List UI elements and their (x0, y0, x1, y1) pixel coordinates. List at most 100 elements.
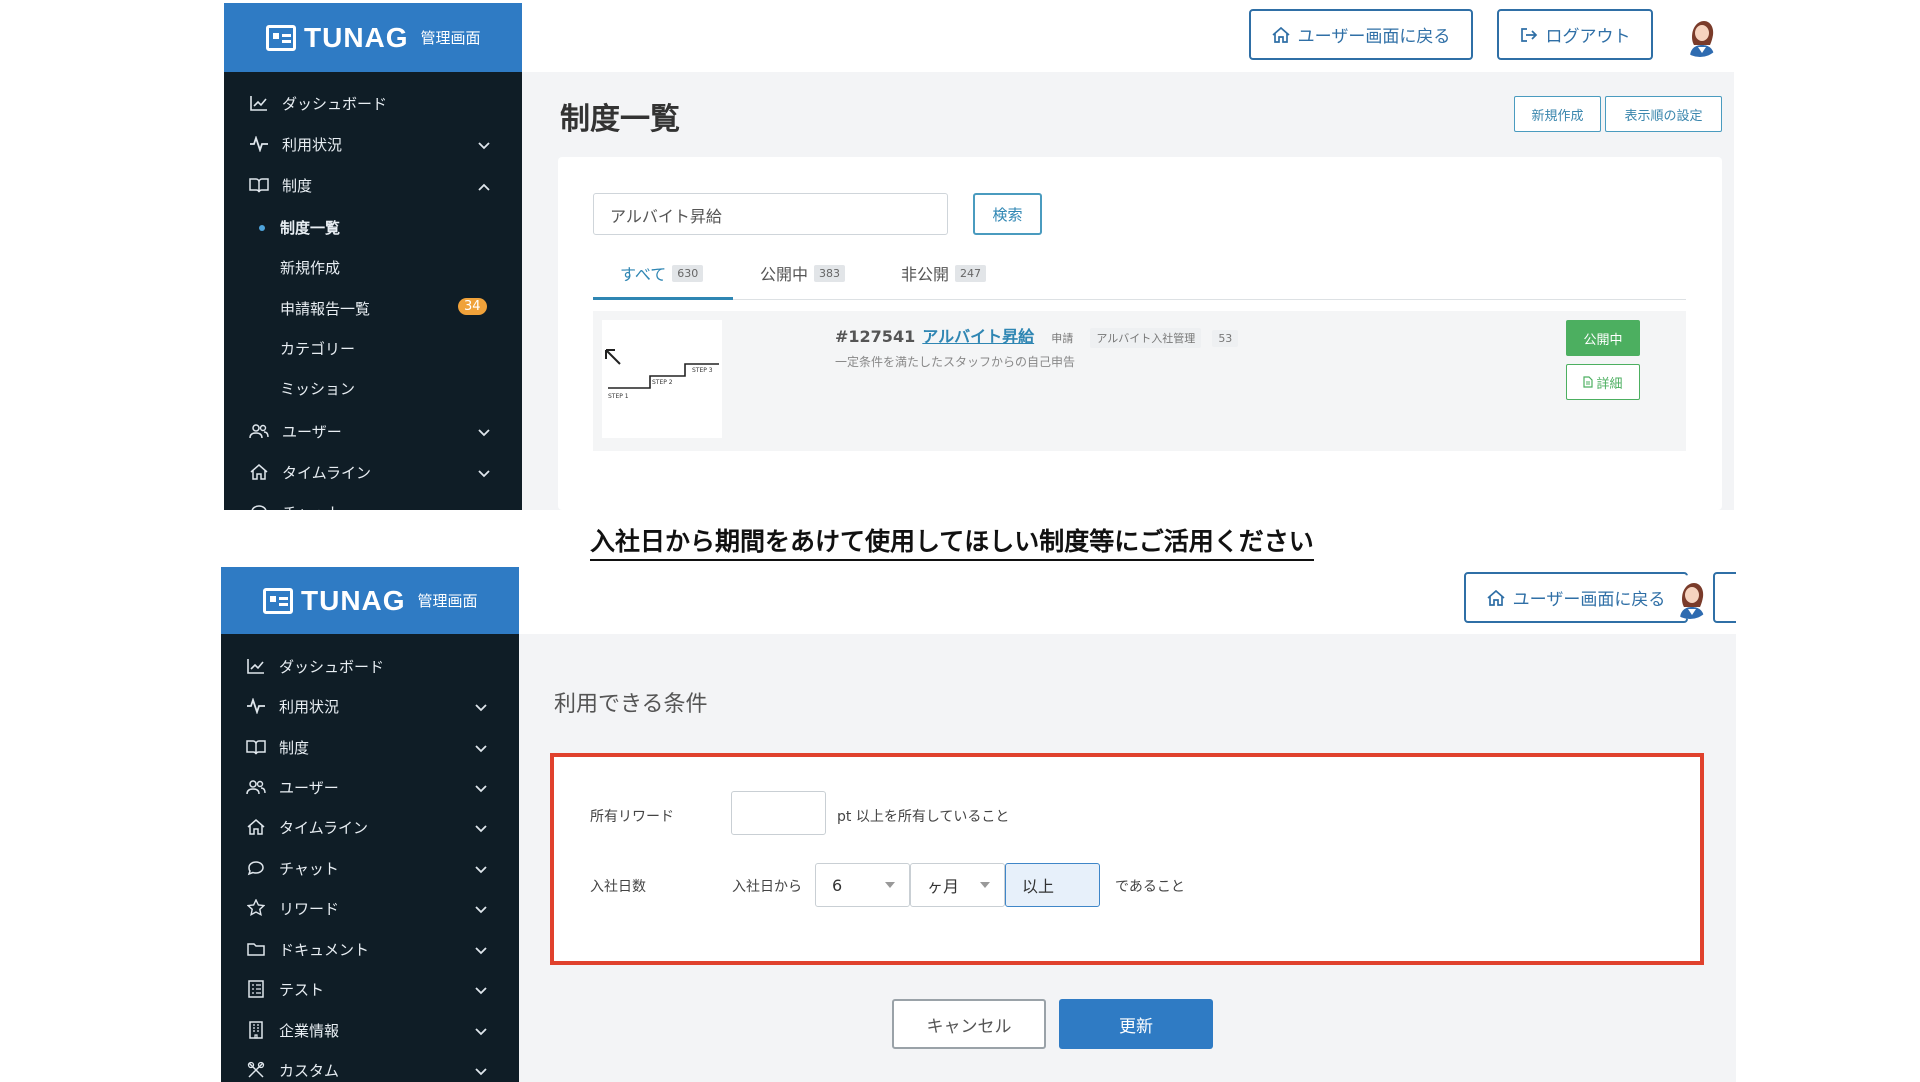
sidebar-item-label: タイムライン (279, 818, 368, 837)
sidebar-item-dashboard[interactable]: ダッシュボード (221, 647, 519, 685)
tab-all[interactable]: すべて 630 (620, 261, 704, 285)
dropdown-arrow-icon (980, 882, 990, 888)
tab-private[interactable]: 非公開 247 (901, 261, 987, 285)
new-button[interactable]: 新規作成 (1514, 96, 1601, 132)
back-button-label: ユーザー画面に戻る (1512, 590, 1666, 610)
main-content: 制度一覧 新規作成 表示順の設定 アルバイト昇給 検索 すべて 630 公開中 … (522, 72, 1734, 510)
book-icon (248, 176, 270, 194)
tunag-logo-icon (263, 587, 293, 614)
sidebar-item-label: ダッシュボード (282, 94, 388, 113)
sidebar-item-chat[interactable]: チャット (221, 849, 519, 887)
chat-icon (248, 503, 270, 510)
checklist-icon (245, 980, 267, 998)
sidebar-item-label: チャット (279, 859, 339, 878)
brand-header[interactable]: TUNAG 管理画面 (221, 567, 519, 634)
logo-text: TUNAG (301, 584, 406, 616)
avatar[interactable] (1678, 13, 1722, 57)
sidebar: TUNAG 管理画面 ダッシュボード 利用状況 制度 制度一覧 新規作成 申請報… (224, 3, 522, 510)
submenu-item-applications[interactable]: 申請報告一覧 34 (224, 290, 522, 326)
search-button[interactable]: 検索 (973, 193, 1042, 235)
status-badge: 公開中 (1566, 320, 1640, 356)
tab-label: 非公開 (901, 265, 950, 284)
chart-icon (248, 94, 270, 112)
detail-button[interactable]: 詳細 (1566, 364, 1640, 400)
back-to-user-button[interactable]: ユーザー画面に戻る (1464, 572, 1688, 623)
logout-icon (1736, 590, 1737, 606)
logo-subtitle: 管理画面 (420, 29, 481, 47)
submenu-label: 制度一覧 (280, 218, 341, 237)
tab-count: 383 (814, 264, 846, 282)
sidebar-item-chat[interactable]: チャット (224, 493, 522, 510)
logo-subtitle: 管理画面 (417, 592, 478, 610)
sidebar-item-users[interactable]: ユーザー (224, 412, 522, 450)
chevron-down-icon (475, 819, 487, 837)
submenu-label: 申請報告一覧 (280, 299, 371, 318)
tools-icon (245, 1061, 267, 1079)
home-icon (248, 463, 270, 481)
list-card: アルバイト昇給 検索 すべて 630 公開中 383 非公開 247 STEP … (558, 157, 1722, 510)
sidebar-item-timeline[interactable]: タイムライン (224, 453, 522, 491)
logout-button[interactable]: ログアウト (1497, 9, 1653, 60)
sidebar-item-usage[interactable]: 利用状況 (224, 125, 522, 163)
home-icon (1272, 26, 1290, 43)
avatar[interactable] (1668, 575, 1712, 619)
book-icon (245, 738, 267, 756)
submenu-label: カテゴリー (280, 339, 356, 358)
sidebar-item-label: リワード (279, 899, 340, 918)
join-suffix: であること (1115, 879, 1185, 895)
sidebar-item-company[interactable]: 企業情報 (221, 1011, 519, 1049)
months-number-select[interactable]: 6 (815, 863, 910, 907)
item-title-link[interactable]: アルバイト昇給 (922, 327, 1034, 346)
sidebar-item-custom[interactable]: カスタム (221, 1051, 519, 1082)
list-item[interactable]: STEP 1 STEP 2 STEP 3 #127541 アルバイト昇給 申請 … (593, 311, 1686, 451)
comparison-select[interactable]: 以上 (1005, 863, 1100, 907)
sidebar-item-usage[interactable]: 利用状況 (221, 687, 519, 725)
tab-label: すべて (620, 265, 667, 284)
submenu-item-new[interactable]: 新規作成 (224, 249, 522, 285)
chevron-down-icon (478, 464, 490, 482)
unit-select[interactable]: ヶ月 (910, 863, 1005, 907)
chevron-down-icon (475, 941, 487, 959)
chevron-down-icon (475, 739, 487, 757)
sidebar-item-test[interactable]: テスト (221, 970, 519, 1008)
submenu-item-list[interactable]: 制度一覧 (224, 209, 522, 245)
building-icon (245, 1021, 267, 1039)
logout-button[interactable]: ログアウト (1713, 572, 1736, 623)
star-icon (245, 899, 267, 917)
item-title-row: #127541 アルバイト昇給 申請 アルバイト入社管理 53 (835, 323, 1239, 348)
brand-header[interactable]: TUNAG 管理画面 (224, 3, 522, 72)
sidebar-item-users[interactable]: ユーザー (221, 768, 519, 806)
sidebar-item-system[interactable]: 制度 (224, 166, 522, 204)
reward-points-input[interactable] (731, 791, 826, 835)
display-order-button[interactable]: 表示順の設定 (1605, 96, 1722, 132)
search-input[interactable]: アルバイト昇給 (593, 193, 948, 235)
submenu-item-mission[interactable]: ミッション (224, 370, 522, 406)
chevron-up-icon (478, 177, 490, 195)
update-button[interactable]: 更新 (1059, 999, 1213, 1049)
cancel-button[interactable]: キャンセル (892, 999, 1046, 1049)
users-icon (248, 422, 270, 440)
sidebar-item-document[interactable]: ドキュメント (221, 930, 519, 968)
main-content: 利用できる条件 所有リワード pt 以上を所有していること 入社日数 入社日から… (519, 634, 1736, 1082)
home-icon (1487, 589, 1505, 606)
sidebar-item-system[interactable]: 制度 (221, 728, 519, 766)
sidebar-item-timeline[interactable]: タイムライン (221, 808, 519, 846)
sidebar-item-label: タイムライン (282, 463, 371, 482)
top-screenshot: TUNAG 管理画面 ダッシュボード 利用状況 制度 制度一覧 新規作成 申請報… (224, 3, 1734, 510)
submenu-item-category[interactable]: カテゴリー (224, 330, 522, 366)
select-value: 以上 (1022, 877, 1055, 896)
document-icon (1583, 376, 1594, 388)
chevron-down-icon (478, 423, 490, 441)
sidebar-item-reward[interactable]: リワード (221, 889, 519, 927)
tab-published[interactable]: 公開中 383 (760, 261, 846, 285)
tab-count: 247 (955, 264, 987, 282)
pulse-icon (248, 135, 270, 153)
back-to-user-button[interactable]: ユーザー画面に戻る (1249, 9, 1473, 60)
sidebar-item-dashboard[interactable]: ダッシュボード (224, 84, 522, 122)
sidebar-item-label: ドキュメント (279, 940, 370, 959)
item-description: 一定条件を満たしたスタッフからの自己申告 (835, 355, 1076, 369)
sidebar: TUNAG 管理画面 ダッシュボード 利用状況 制度 ユーザー タイムライン チ… (221, 567, 519, 1082)
bottom-screenshot: TUNAG 管理画面 ダッシュボード 利用状況 制度 ユーザー タイムライン チ… (221, 567, 1736, 1082)
tab-divider (593, 299, 1686, 300)
chevron-down-icon (475, 981, 487, 999)
